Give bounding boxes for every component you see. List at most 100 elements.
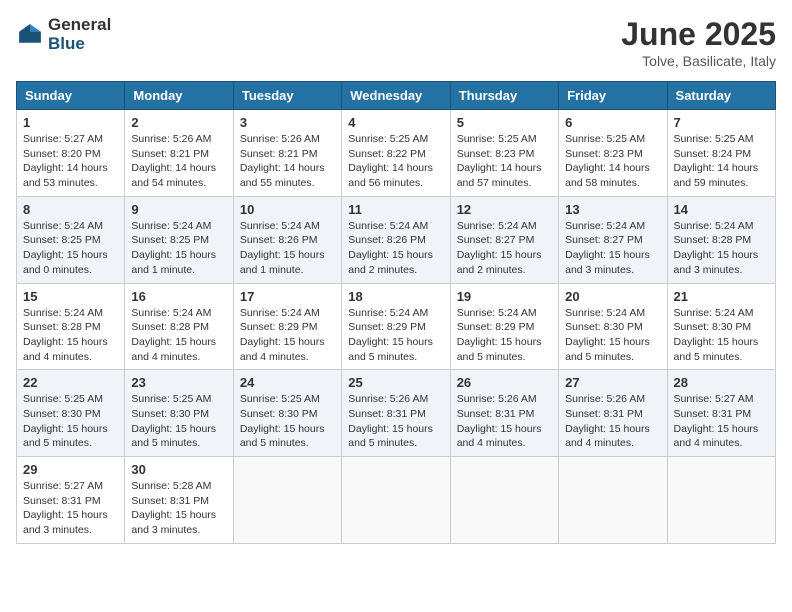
day-info: Sunrise: 5:24 AM Sunset: 8:29 PM Dayligh… <box>240 306 335 365</box>
day-info: Sunrise: 5:26 AM Sunset: 8:31 PM Dayligh… <box>565 392 660 451</box>
sunset-label: Sunset: 8:21 PM <box>131 148 209 160</box>
day-info: Sunrise: 5:24 AM Sunset: 8:28 PM Dayligh… <box>23 306 118 365</box>
table-row: 2 Sunrise: 5:26 AM Sunset: 8:21 PM Dayli… <box>125 110 233 197</box>
day-number: 10 <box>240 202 335 217</box>
day-info: Sunrise: 5:24 AM Sunset: 8:28 PM Dayligh… <box>674 219 769 278</box>
sunrise-label: Sunrise: 5:25 AM <box>23 393 103 405</box>
daylight-label: Daylight: 15 hours and 5 minutes. <box>348 336 433 363</box>
daylight-label: Daylight: 15 hours and 5 minutes. <box>131 423 216 450</box>
sunrise-label: Sunrise: 5:24 AM <box>23 307 103 319</box>
daylight-label: Daylight: 14 hours and 59 minutes. <box>674 162 759 189</box>
daylight-label: Daylight: 15 hours and 2 minutes. <box>457 249 542 276</box>
sunset-label: Sunset: 8:26 PM <box>240 234 318 246</box>
day-number: 12 <box>457 202 552 217</box>
sunset-label: Sunset: 8:30 PM <box>674 321 752 333</box>
table-row: 27 Sunrise: 5:26 AM Sunset: 8:31 PM Dayl… <box>559 370 667 457</box>
day-number: 21 <box>674 289 769 304</box>
table-row: 25 Sunrise: 5:26 AM Sunset: 8:31 PM Dayl… <box>342 370 450 457</box>
day-info: Sunrise: 5:24 AM Sunset: 8:26 PM Dayligh… <box>348 219 443 278</box>
day-info: Sunrise: 5:24 AM Sunset: 8:25 PM Dayligh… <box>131 219 226 278</box>
daylight-label: Daylight: 14 hours and 56 minutes. <box>348 162 433 189</box>
table-row: 6 Sunrise: 5:25 AM Sunset: 8:23 PM Dayli… <box>559 110 667 197</box>
sunrise-label: Sunrise: 5:26 AM <box>131 133 211 145</box>
sunset-label: Sunset: 8:30 PM <box>131 408 209 420</box>
day-number: 14 <box>674 202 769 217</box>
sunset-label: Sunset: 8:31 PM <box>457 408 535 420</box>
sunrise-label: Sunrise: 5:24 AM <box>565 220 645 232</box>
sunset-label: Sunset: 8:23 PM <box>565 148 643 160</box>
daylight-label: Daylight: 15 hours and 4 minutes. <box>457 423 542 450</box>
day-info: Sunrise: 5:24 AM Sunset: 8:27 PM Dayligh… <box>457 219 552 278</box>
table-row: 14 Sunrise: 5:24 AM Sunset: 8:28 PM Dayl… <box>667 196 775 283</box>
daylight-label: Daylight: 15 hours and 5 minutes. <box>23 423 108 450</box>
day-number: 11 <box>348 202 443 217</box>
sunrise-label: Sunrise: 5:24 AM <box>457 307 537 319</box>
day-number: 9 <box>131 202 226 217</box>
daylight-label: Daylight: 15 hours and 3 minutes. <box>565 249 650 276</box>
daylight-label: Daylight: 14 hours and 53 minutes. <box>23 162 108 189</box>
sunset-label: Sunset: 8:22 PM <box>348 148 426 160</box>
table-row: 22 Sunrise: 5:25 AM Sunset: 8:30 PM Dayl… <box>17 370 125 457</box>
sunrise-label: Sunrise: 5:24 AM <box>240 307 320 319</box>
logo-text: General Blue <box>48 16 111 53</box>
sunset-label: Sunset: 8:25 PM <box>131 234 209 246</box>
daylight-label: Daylight: 15 hours and 1 minute. <box>131 249 216 276</box>
day-number: 3 <box>240 115 335 130</box>
sunset-label: Sunset: 8:27 PM <box>565 234 643 246</box>
table-row: 30 Sunrise: 5:28 AM Sunset: 8:31 PM Dayl… <box>125 457 233 544</box>
daylight-label: Daylight: 15 hours and 4 minutes. <box>23 336 108 363</box>
table-row: 18 Sunrise: 5:24 AM Sunset: 8:29 PM Dayl… <box>342 283 450 370</box>
daylight-label: Daylight: 14 hours and 57 minutes. <box>457 162 542 189</box>
sunset-label: Sunset: 8:24 PM <box>674 148 752 160</box>
sunset-label: Sunset: 8:25 PM <box>23 234 101 246</box>
day-info: Sunrise: 5:24 AM Sunset: 8:29 PM Dayligh… <box>348 306 443 365</box>
day-info: Sunrise: 5:26 AM Sunset: 8:21 PM Dayligh… <box>131 132 226 191</box>
table-row: 10 Sunrise: 5:24 AM Sunset: 8:26 PM Dayl… <box>233 196 341 283</box>
sunrise-label: Sunrise: 5:27 AM <box>23 133 103 145</box>
day-number: 26 <box>457 375 552 390</box>
sunrise-label: Sunrise: 5:26 AM <box>240 133 320 145</box>
sunrise-label: Sunrise: 5:25 AM <box>457 133 537 145</box>
sunrise-label: Sunrise: 5:28 AM <box>131 480 211 492</box>
table-row: 28 Sunrise: 5:27 AM Sunset: 8:31 PM Dayl… <box>667 370 775 457</box>
day-info: Sunrise: 5:28 AM Sunset: 8:31 PM Dayligh… <box>131 479 226 538</box>
day-number: 30 <box>131 462 226 477</box>
sunrise-label: Sunrise: 5:24 AM <box>457 220 537 232</box>
day-info: Sunrise: 5:27 AM Sunset: 8:31 PM Dayligh… <box>23 479 118 538</box>
day-info: Sunrise: 5:24 AM Sunset: 8:25 PM Dayligh… <box>23 219 118 278</box>
daylight-label: Daylight: 15 hours and 3 minutes. <box>131 509 216 536</box>
day-number: 24 <box>240 375 335 390</box>
daylight-label: Daylight: 15 hours and 4 minutes. <box>565 423 650 450</box>
sunrise-label: Sunrise: 5:24 AM <box>23 220 103 232</box>
daylight-label: Daylight: 15 hours and 3 minutes. <box>674 249 759 276</box>
table-row: 26 Sunrise: 5:26 AM Sunset: 8:31 PM Dayl… <box>450 370 558 457</box>
table-row <box>342 457 450 544</box>
sunrise-label: Sunrise: 5:25 AM <box>240 393 320 405</box>
daylight-label: Daylight: 15 hours and 4 minutes. <box>131 336 216 363</box>
day-number: 5 <box>457 115 552 130</box>
day-info: Sunrise: 5:24 AM Sunset: 8:28 PM Dayligh… <box>131 306 226 365</box>
day-number: 18 <box>348 289 443 304</box>
daylight-label: Daylight: 15 hours and 3 minutes. <box>23 509 108 536</box>
day-info: Sunrise: 5:25 AM Sunset: 8:30 PM Dayligh… <box>240 392 335 451</box>
day-info: Sunrise: 5:26 AM Sunset: 8:31 PM Dayligh… <box>457 392 552 451</box>
sunset-label: Sunset: 8:29 PM <box>240 321 318 333</box>
day-number: 23 <box>131 375 226 390</box>
day-info: Sunrise: 5:26 AM Sunset: 8:21 PM Dayligh… <box>240 132 335 191</box>
calendar-row: 22 Sunrise: 5:25 AM Sunset: 8:30 PM Dayl… <box>17 370 776 457</box>
col-saturday: Saturday <box>667 82 775 110</box>
day-number: 16 <box>131 289 226 304</box>
daylight-label: Daylight: 14 hours and 54 minutes. <box>131 162 216 189</box>
sunset-label: Sunset: 8:30 PM <box>565 321 643 333</box>
col-friday: Friday <box>559 82 667 110</box>
table-row: 7 Sunrise: 5:25 AM Sunset: 8:24 PM Dayli… <box>667 110 775 197</box>
day-number: 22 <box>23 375 118 390</box>
day-number: 29 <box>23 462 118 477</box>
table-row <box>559 457 667 544</box>
table-row <box>450 457 558 544</box>
sunrise-label: Sunrise: 5:26 AM <box>348 393 428 405</box>
day-number: 28 <box>674 375 769 390</box>
sunset-label: Sunset: 8:30 PM <box>23 408 101 420</box>
table-row: 29 Sunrise: 5:27 AM Sunset: 8:31 PM Dayl… <box>17 457 125 544</box>
table-row: 21 Sunrise: 5:24 AM Sunset: 8:30 PM Dayl… <box>667 283 775 370</box>
